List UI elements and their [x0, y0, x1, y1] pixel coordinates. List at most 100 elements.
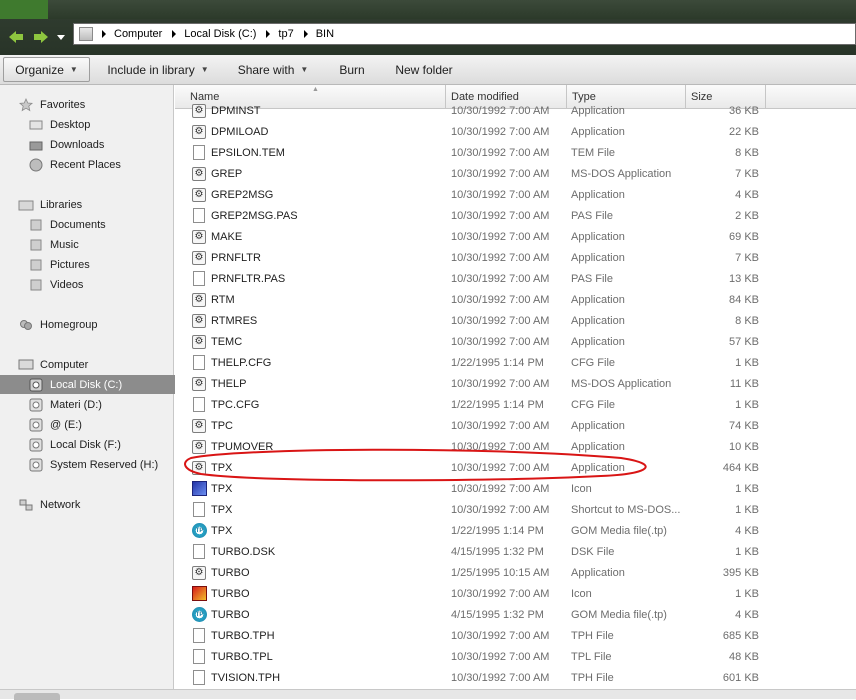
address-bar[interactable]: Computer Local Disk (C:) tp7 BIN	[73, 23, 856, 45]
sidebar-network[interactable]: Network	[0, 495, 189, 514]
chevron-down-icon: ▼	[200, 65, 209, 74]
breadcrumb-arrow-icon[interactable]	[266, 30, 271, 38]
sidebar-item-recent-places[interactable]: Recent Places	[0, 155, 199, 174]
file-row[interactable]: PRNFLTR.PAS 10/30/1992 7:00 AM PAS File 13 …	[175, 269, 856, 290]
breadcrumb-arrow-icon[interactable]	[172, 30, 177, 38]
drive-icon	[28, 438, 44, 452]
file-row[interactable]: TP TURBO 4/15/1995 1:32 PM GOM Media file(.…	[175, 605, 856, 626]
new-folder-button[interactable]: New folder	[387, 57, 461, 82]
app-icon: ⚙	[192, 250, 207, 266]
sidebar-homegroup-label: Homegroup	[40, 318, 98, 331]
file-type: Application	[571, 315, 625, 327]
file-size: 1 KB	[735, 546, 759, 558]
file-row[interactable]: ⚙ GREP2MSG 10/30/1992 7:00 AM Application 4 …	[175, 185, 856, 206]
sidebar-item-pictures[interactable]: Pictures	[0, 255, 199, 274]
sidebar-item-documents[interactable]: Documents	[0, 215, 199, 234]
sidebar-item-downloads[interactable]: Downloads	[0, 135, 199, 154]
file-row[interactable]: ⚙ RTM 10/30/1992 7:00 AM Application 84 KB	[175, 290, 856, 311]
breadcrumb-item-local-disk[interactable]: Local Disk (C:)	[184, 28, 256, 40]
sidebar-item-e-drive[interactable]: @ (E:)	[0, 415, 199, 434]
recent-places-icon	[28, 158, 44, 172]
include-in-library-button[interactable]: Include in library ▼	[100, 57, 216, 82]
file-row[interactable]: ⚙ TPX 10/30/1992 7:00 AM Application 464 KB	[175, 458, 856, 479]
file-row[interactable]: TPX 10/30/1992 7:00 AM Icon 1 KB	[175, 479, 856, 500]
recent-pages-dropdown[interactable]	[56, 32, 66, 42]
back-button[interactable]	[8, 30, 24, 44]
sidebar-item-label: Local Disk (C:)	[50, 378, 123, 391]
file-date: 10/30/1992 7:00 AM	[451, 336, 550, 348]
breadcrumb-arrow-icon[interactable]	[303, 30, 308, 38]
file-row[interactable]: ⚙ DPMINST 10/30/1992 7:00 AM Application 36 …	[175, 101, 856, 122]
file-size: 395 KB	[722, 567, 759, 579]
file-date: 10/30/1992 7:00 AM	[451, 126, 550, 138]
star-icon	[18, 97, 34, 112]
sidebar-item-desktop[interactable]: Desktop	[0, 115, 199, 134]
file-row[interactable]: THELP.CFG 1/22/1995 1:14 PM CFG File 1 KB	[175, 353, 856, 374]
sidebar-item-label: Desktop	[50, 118, 91, 131]
sidebar-item-materi-d[interactable]: Materi (D:)	[0, 395, 199, 414]
organize-button[interactable]: Organize ▼	[3, 57, 90, 82]
sidebar-computer[interactable]: Computer	[0, 355, 189, 374]
file-row[interactable]: ⚙ TPC 10/30/1992 7:00 AM Application 74 KB	[175, 416, 856, 437]
sidebar-item-system-reserved-h[interactable]: System Reserved (H:)	[0, 455, 199, 474]
sidebar-item-local-disk-f[interactable]: Local Disk (F:)	[0, 435, 199, 454]
file-row[interactable]: GREP2MSG.PAS 10/30/1992 7:00 AM PAS File 2 …	[175, 206, 856, 227]
file-row[interactable]: TPC.CFG 1/22/1995 1:14 PM CFG File 1 KB	[175, 395, 856, 416]
file-row[interactable]: TPX 10/30/1992 7:00 AM Shortcut to MS-DOS.…	[175, 500, 856, 521]
sidebar-item-local-disk-c[interactable]: Local Disk (C:)	[0, 375, 199, 394]
file-name: TURBO.TPH	[211, 630, 275, 642]
file-name: EPSILON.TEM	[211, 147, 285, 159]
file-row[interactable]: TURBO 10/30/1992 7:00 AM Icon 1 KB	[175, 584, 856, 605]
file-row[interactable]: TURBO.DSK 4/15/1995 1:32 PM DSK File 1 KB	[175, 542, 856, 563]
file-name: TURBO	[211, 588, 250, 600]
file-size: 36 KB	[729, 105, 759, 117]
file-type: TPL File	[571, 651, 612, 663]
file-row[interactable]: TURBO.TPL 10/30/1992 7:00 AM TPL File 48 KB	[175, 647, 856, 668]
file-row[interactable]: ⚙ DPMILOAD 10/30/1992 7:00 AM Application 22…	[175, 122, 856, 143]
downloads-icon	[28, 138, 44, 152]
computer-icon	[79, 27, 93, 41]
file-type: Application	[571, 105, 625, 117]
file-date: 10/30/1992 7:00 AM	[451, 315, 550, 327]
file-name: PRNFLTR	[211, 252, 261, 264]
file-name: TPX	[211, 462, 233, 474]
file-row[interactable]: ⚙ GREP 10/30/1992 7:00 AM MS-DOS Applicatio…	[175, 164, 856, 185]
app-icon: ⚙	[192, 103, 207, 119]
sidebar-libraries[interactable]: Libraries	[0, 195, 189, 214]
file-list: ▲ Name Date modified Type Size ⚙ DPMINST 1…	[175, 85, 856, 689]
file-name: THELP	[211, 378, 247, 390]
file-row[interactable]: ⚙ TPUMOVER 10/30/1992 7:00 AM Application 10…	[175, 437, 856, 458]
share-with-button[interactable]: Share with ▼	[232, 57, 314, 82]
file-type: Icon	[571, 483, 592, 495]
forward-button[interactable]	[33, 30, 49, 44]
breadcrumb-item-computer[interactable]: Computer	[114, 28, 162, 40]
drive-icon	[28, 398, 44, 412]
file-size: 8 KB	[735, 147, 759, 159]
file-row[interactable]: TVISION.TPH 10/30/1992 7:00 AM TPH File 601…	[175, 668, 856, 689]
file-date: 4/15/1995 1:32 PM	[451, 546, 544, 558]
forward-arrow-icon	[33, 30, 49, 44]
file-row[interactable]: ⚙ MAKE 10/30/1992 7:00 AM Application 69 KB	[175, 227, 856, 248]
file-size: 4 KB	[735, 189, 759, 201]
breadcrumb-item-bin[interactable]: BIN	[316, 28, 334, 40]
file-row[interactable]: ⚙ TURBO 1/25/1995 10:15 AM Application 395 K…	[175, 563, 856, 584]
breadcrumb-item-tp7[interactable]: tp7	[278, 28, 293, 40]
file-row[interactable]: ⚙ THELP 10/30/1992 7:00 AM MS-DOS Applicati…	[175, 374, 856, 395]
breadcrumb-arrow-icon[interactable]	[102, 30, 106, 38]
burn-button[interactable]: Burn	[332, 57, 372, 82]
file-row[interactable]: ⚙ PRNFLTR 10/30/1992 7:00 AM Application 7 K…	[175, 248, 856, 269]
file-size: 57 KB	[729, 336, 759, 348]
file-row[interactable]: TURBO.TPH 10/30/1992 7:00 AM TPH File 685 K…	[175, 626, 856, 647]
file-name: DPMILOAD	[211, 126, 269, 138]
sidebar-favorites[interactable]: Favorites	[0, 95, 189, 114]
file-row[interactable]: EPSILON.TEM 10/30/1992 7:00 AM TEM File 8 K…	[175, 143, 856, 164]
file-row[interactable]: ⚙ TEMC 10/30/1992 7:00 AM Application 57 KB	[175, 332, 856, 353]
file-icon	[192, 208, 207, 224]
file-name: THELP.CFG	[211, 357, 272, 369]
file-name: TURBO	[211, 567, 250, 579]
sidebar-homegroup[interactable]: Homegroup	[0, 315, 189, 334]
sidebar-item-music[interactable]: Music	[0, 235, 199, 254]
file-row[interactable]: TP TPX 1/22/1995 1:14 PM GOM Media file(.tp…	[175, 521, 856, 542]
sidebar-item-videos[interactable]: Videos	[0, 275, 199, 294]
file-row[interactable]: ⚙ RTMRES 10/30/1992 7:00 AM Application 8 KB	[175, 311, 856, 332]
